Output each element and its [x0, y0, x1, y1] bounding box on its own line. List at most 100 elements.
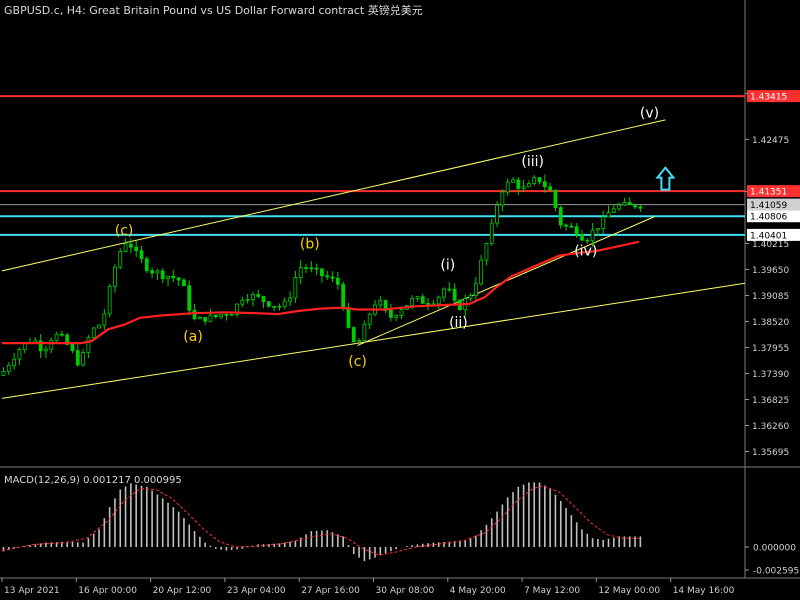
candle-body [213, 314, 218, 318]
candle-body [54, 333, 59, 341]
time-tick-label: 20 Apr 12:00 [153, 586, 212, 596]
candle-body [49, 340, 54, 350]
candle-body [335, 277, 340, 285]
candle-body [314, 267, 319, 270]
candle-body [532, 177, 537, 184]
wave-label: (iv) [574, 244, 597, 260]
wave-label: (ii) [449, 315, 468, 331]
candle-body [415, 296, 420, 299]
candle-body [511, 179, 515, 183]
time-tick-label: 7 May 12:00 [524, 586, 580, 596]
candle-body [12, 358, 17, 366]
candle-body [150, 270, 155, 274]
candle-body [219, 314, 223, 318]
wave-label: (a) [183, 329, 203, 345]
price-chart[interactable]: 1.434701.424751.413451.402151.396501.390… [0, 0, 800, 600]
candle-body [633, 204, 637, 208]
time-tick-label: 13 Apr 2021 [4, 586, 60, 596]
time-tick-label: 4 May 20:00 [450, 586, 506, 596]
price-tick-label: 1.35695 [752, 448, 789, 458]
macd-tick-label: -0.002595 [753, 566, 799, 576]
candle-body [139, 250, 144, 260]
candle-body [155, 270, 160, 274]
candle-body [362, 323, 367, 341]
candle-body [176, 277, 181, 281]
candle-body [548, 186, 553, 191]
candle-body [187, 285, 192, 311]
price-tick-label: 1.39650 [752, 266, 789, 276]
candle-body [272, 305, 277, 308]
candle-body [479, 259, 484, 285]
candle-body [277, 305, 282, 308]
candle-body [527, 183, 531, 188]
candle-body [394, 315, 399, 318]
candle-body [611, 208, 616, 213]
candle-body [6, 364, 11, 372]
candle-body [102, 313, 107, 326]
candle-body [558, 207, 563, 226]
candle-body [134, 246, 139, 252]
price-label-support: 1.40806 [750, 213, 787, 223]
candle-body [357, 340, 361, 343]
candle-body [596, 228, 600, 231]
chart-window[interactable]: 1.434701.424751.413451.402151.396501.390… [0, 0, 800, 600]
candle-body [378, 300, 383, 306]
candle-body [288, 297, 292, 302]
candle-body [574, 226, 579, 235]
candle-body [304, 267, 308, 269]
candle-body [638, 206, 643, 209]
time-tick-label: 27 Apr 16:00 [301, 586, 360, 596]
wave-label: (i) [440, 257, 455, 273]
candle-body [580, 234, 584, 241]
wave-label: (b) [300, 237, 320, 253]
candle-body [123, 243, 128, 252]
candle-body [160, 270, 165, 280]
candle-body [452, 288, 457, 301]
candle-body [203, 316, 208, 322]
candle-body [229, 314, 234, 316]
candle-body [107, 285, 112, 315]
price-label-resistance: 1.43415 [750, 93, 787, 103]
price-tick-label: 1.37390 [752, 370, 789, 380]
candle-body [261, 296, 266, 303]
candle-body [298, 267, 303, 278]
candle-body [309, 267, 314, 270]
wave-label: (v) [640, 106, 659, 122]
wave-label: (iii) [521, 154, 544, 170]
time-tick-label: 30 Apr 08:00 [376, 586, 435, 596]
time-tick-label: 14 May 16:00 [673, 586, 735, 596]
candle-body [617, 204, 622, 210]
candle-body [564, 224, 568, 227]
candle-body [266, 301, 271, 307]
time-tick-label: 23 Apr 04:00 [227, 586, 286, 596]
candle-body [341, 283, 346, 309]
candle-body [245, 299, 250, 301]
candle-body [590, 229, 595, 242]
candle-body [442, 288, 446, 298]
candle-body [410, 298, 415, 306]
price-label-price: 1.41059 [750, 201, 787, 211]
candle-body [473, 283, 478, 296]
time-tick-label: 12 May 00:00 [598, 586, 660, 596]
candle-body [91, 327, 96, 339]
candle-body [484, 243, 489, 261]
candle-body [17, 349, 22, 360]
candle-body [537, 177, 542, 183]
candle-body [113, 266, 117, 287]
price-tick-label: 1.38520 [752, 318, 789, 328]
price-tick-label: 1.42475 [752, 136, 789, 146]
price-tick-label: 1.39085 [752, 292, 789, 302]
candle-body [367, 313, 372, 325]
candle-body [208, 314, 213, 322]
candle-body [70, 344, 75, 352]
time-tick-label: 16 Apr 00:00 [78, 586, 137, 596]
candle-body [197, 316, 202, 320]
macd-tick-label: 0.000000 [753, 544, 796, 554]
price-tick-label: 1.37955 [752, 344, 789, 354]
candle-body [351, 327, 356, 343]
candle-body [468, 295, 473, 300]
candle-body [256, 294, 261, 297]
candle-body [251, 294, 255, 300]
chart-title: GBPUSD.c, H4: Great Britain Pound vs US … [4, 3, 423, 17]
candle-body [1, 370, 6, 376]
